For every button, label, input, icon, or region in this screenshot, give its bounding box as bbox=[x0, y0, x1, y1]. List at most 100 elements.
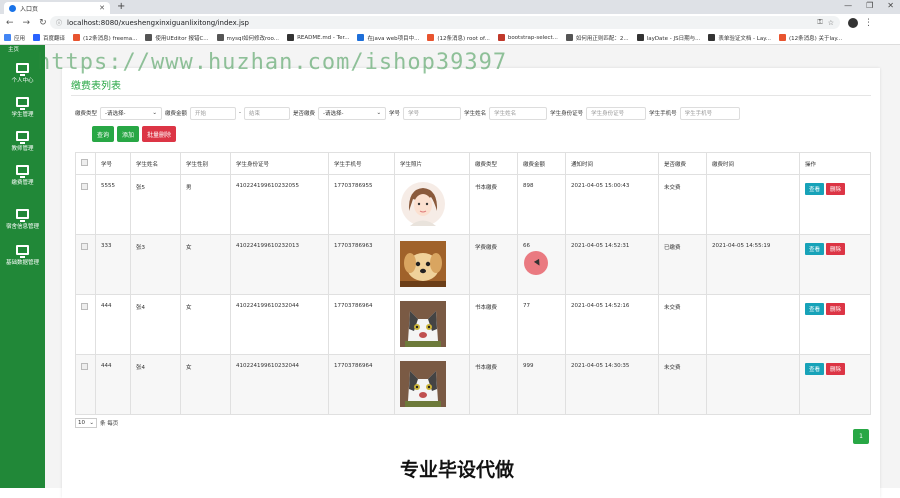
cell-no: 444 bbox=[95, 294, 131, 355]
bookmark-item[interactable]: layDate - JS日期与... bbox=[636, 34, 700, 42]
table-body: 5555 张5 男 410224199610232055 17703786955 书本缴费… bbox=[75, 174, 871, 415]
row-checkbox[interactable] bbox=[81, 243, 88, 250]
bookmark-favicon-icon bbox=[778, 34, 786, 41]
tab-favicon-icon bbox=[9, 4, 16, 12]
monitor-icon bbox=[16, 245, 29, 258]
query-button[interactable]: 查询 bbox=[92, 126, 115, 142]
column-header: 学生姓名 bbox=[130, 152, 181, 175]
row-checkbox[interactable] bbox=[81, 183, 88, 190]
cat-photo bbox=[400, 301, 464, 349]
paid-select[interactable]: -请选择- ⌄ bbox=[318, 106, 387, 120]
main-area: 缴费表列表 缴费类型 -请选择- ⌄ 缴费金额 开始 - 结束 是否缴费 -请选… bbox=[45, 45, 900, 498]
bookmark-label: README.md - Ter... bbox=[297, 34, 350, 41]
delete-button[interactable]: 删除 bbox=[826, 243, 846, 255]
sidebar-item[interactable]: 宿舍信息管理 bbox=[0, 209, 45, 230]
view-button[interactable]: 查看 bbox=[805, 303, 825, 315]
bookmark-item[interactable]: 使用UEditor 报错C... bbox=[145, 34, 209, 42]
browser-tab-strip: 入口页 ✕ + — ❐ ✕ bbox=[0, 0, 900, 14]
view-button[interactable]: 查看 bbox=[805, 183, 825, 195]
add-button[interactable]: 添加 bbox=[117, 126, 140, 142]
no-label: 学号 bbox=[389, 111, 401, 117]
amount-end-input[interactable]: 结束 bbox=[244, 106, 291, 120]
profile-avatar[interactable] bbox=[848, 17, 858, 28]
column-header: 操作 bbox=[799, 152, 871, 175]
sidebar-item[interactable]: 教师管理 bbox=[0, 131, 45, 152]
page-size-select[interactable]: 10 ⌄ bbox=[75, 418, 97, 428]
row-checkbox[interactable] bbox=[81, 303, 88, 310]
select-all-checkbox[interactable] bbox=[81, 159, 88, 166]
cell-notice: 2021-04-05 14:30:35 bbox=[565, 354, 659, 415]
bookmark-label: 百度翻译 bbox=[43, 35, 66, 42]
bookmark-favicon-icon bbox=[357, 34, 365, 41]
name-input[interactable]: 学生姓名 bbox=[489, 106, 548, 120]
browser-menu-icon[interactable]: ⋮ bbox=[864, 18, 873, 28]
table-row: 444 张4 女 410224199610232044 17703786964 书本缴费 7… bbox=[75, 294, 871, 355]
bookmark-item[interactable]: 百度翻译 bbox=[33, 34, 65, 42]
cell-gender: 女 bbox=[180, 294, 231, 355]
row-checkbox[interactable] bbox=[81, 363, 88, 370]
bookmark-item[interactable]: (12条消息) root of... bbox=[427, 34, 490, 42]
sidebar-item[interactable]: 学生管理 bbox=[0, 97, 45, 118]
info-icon[interactable]: ⓘ bbox=[56, 18, 62, 27]
view-button[interactable]: 查看 bbox=[805, 363, 825, 375]
range-separator: - bbox=[239, 110, 242, 116]
key-icon[interactable]: ⚿ bbox=[817, 18, 822, 27]
amount-start-input[interactable]: 开始 bbox=[190, 106, 237, 120]
monitor-icon bbox=[16, 97, 29, 110]
view-button[interactable]: 查看 bbox=[805, 243, 825, 255]
cell-amount: 77 bbox=[517, 294, 566, 355]
delete-button[interactable]: 删除 bbox=[826, 183, 846, 195]
sidebar-item[interactable]: 缴费管理 bbox=[0, 165, 45, 186]
monitor-icon bbox=[16, 131, 29, 144]
bookmark-item[interactable]: 表单验证文档 - Lay... bbox=[708, 34, 771, 42]
browser-tab[interactable]: 入口页 ✕ bbox=[4, 2, 110, 14]
type-select[interactable]: -请选择- ⌄ bbox=[100, 106, 163, 120]
delete-button[interactable]: 删除 bbox=[826, 303, 846, 315]
back-icon[interactable]: ← bbox=[6, 18, 14, 28]
sidebar-home-label[interactable]: 主页 bbox=[8, 45, 19, 53]
bookmark-favicon-icon bbox=[497, 34, 505, 41]
operation-cell: 查看 删除 bbox=[799, 234, 871, 295]
cell-notice: 2021-04-05 14:52:16 bbox=[565, 294, 659, 355]
minimize-icon[interactable]: — bbox=[844, 1, 852, 10]
bookmark-star-icon[interactable]: ☆ bbox=[828, 19, 834, 27]
cell-paytime: 2021-04-05 14:55:19 bbox=[706, 234, 800, 295]
url-field[interactable]: ⓘ localhost:8080/xueshengxinxiguanlixito… bbox=[50, 16, 840, 29]
sidebar-item[interactable]: 基础数据管理 bbox=[0, 245, 45, 266]
tab-close-icon[interactable]: ✕ bbox=[99, 4, 105, 12]
filter-row: 缴费类型 -请选择- ⌄ 缴费金额 开始 - 结束 是否缴费 -请选择- ⌄ 学… bbox=[75, 106, 875, 120]
bookmark-item[interactable]: README.md - Ter... bbox=[287, 34, 349, 41]
row-checkbox-cell bbox=[75, 294, 96, 355]
no-input[interactable]: 学号 bbox=[403, 106, 462, 120]
cell-type: 书本缴费 bbox=[469, 294, 518, 355]
type-label: 缴费类型 bbox=[75, 111, 98, 117]
nav-buttons: ← → ↻ bbox=[0, 18, 48, 28]
restore-icon[interactable]: ❐ bbox=[866, 1, 873, 10]
reload-icon[interactable]: ↻ bbox=[39, 18, 47, 28]
bookmark-favicon-icon bbox=[708, 34, 716, 41]
delete-button[interactable]: 删除 bbox=[826, 363, 846, 375]
caption-text: 专业毕设代做 bbox=[400, 459, 515, 481]
bookmark-item[interactable]: (12条消息) freema... bbox=[73, 34, 137, 42]
batch-delete-button[interactable]: 批量删除 bbox=[142, 126, 177, 142]
bookmark-label: 使用UEditor 报错C... bbox=[155, 35, 209, 42]
idcard-input[interactable]: 学生身份证号 bbox=[586, 106, 647, 120]
forward-icon[interactable]: → bbox=[23, 18, 31, 28]
bookmark-item[interactable]: 如何用正则匹配：2... bbox=[565, 34, 629, 42]
row-actions: 查看 删除 bbox=[805, 243, 865, 255]
paid-select-value: -请选择- bbox=[323, 111, 344, 117]
bookmark-favicon-icon bbox=[73, 34, 81, 41]
page-number-button[interactable]: 1 bbox=[853, 429, 869, 444]
cell-no: 444 bbox=[95, 354, 131, 415]
bookmark-item[interactable]: 在java web项目中... bbox=[357, 34, 419, 42]
phone-input[interactable]: 学生手机号 bbox=[679, 106, 740, 120]
bookmark-item[interactable]: 应用 bbox=[4, 34, 25, 42]
cell-amount: 898 bbox=[517, 174, 566, 235]
bookmark-item[interactable]: (12条消息) 关于lay... bbox=[778, 34, 843, 42]
bookmark-label: (12条消息) 关于lay... bbox=[788, 35, 843, 42]
bookmark-item[interactable]: bootstrap-select... bbox=[497, 34, 558, 41]
column-header: 通知时间 bbox=[565, 152, 659, 175]
window-close-icon[interactable]: ✕ bbox=[887, 1, 894, 10]
bookmark-item[interactable]: mysql如何修改roo... bbox=[216, 34, 279, 42]
new-tab-icon[interactable]: + bbox=[117, 1, 125, 12]
